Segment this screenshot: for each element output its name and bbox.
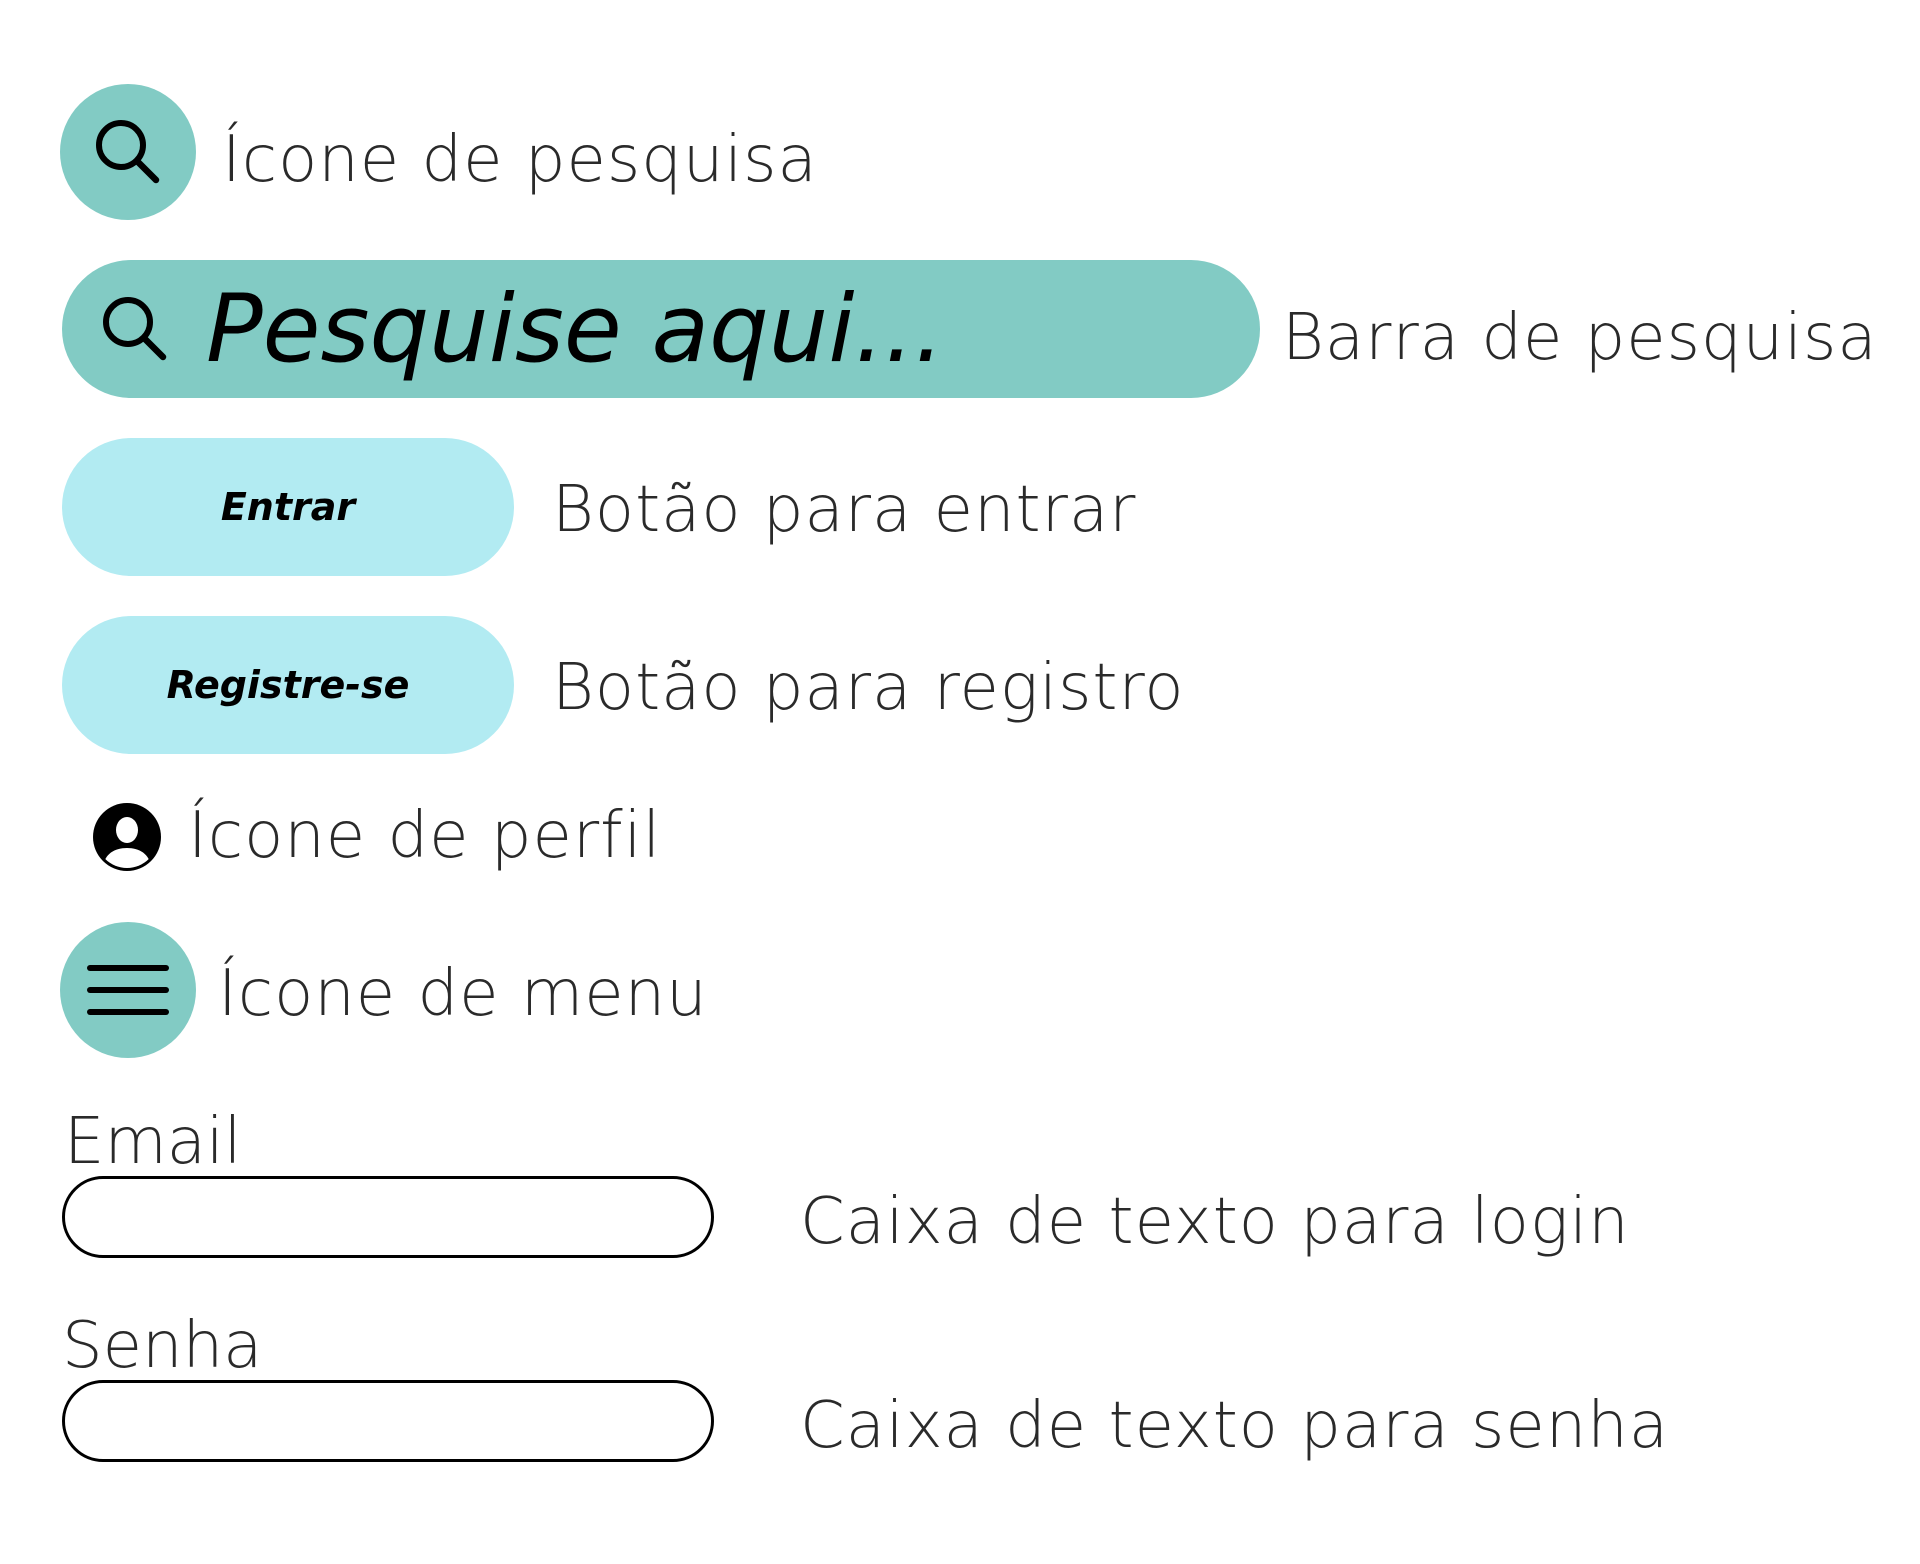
search-bar[interactable] xyxy=(62,260,1260,398)
search-input[interactable] xyxy=(206,274,1206,384)
register-button[interactable]: Registre-se xyxy=(62,616,514,754)
search-icon-caption: Ícone de pesquisa xyxy=(222,123,818,197)
profile-button[interactable] xyxy=(90,800,164,874)
search-icon-button[interactable] xyxy=(60,84,196,220)
password-field-caption: Caixa de texto para senha xyxy=(800,1389,1670,1463)
email-field-caption: Caixa de texto para login xyxy=(800,1185,1630,1259)
search-icon xyxy=(90,284,180,374)
register-button-caption: Botão para registro xyxy=(552,651,1185,725)
user-profile-icon xyxy=(90,800,164,878)
login-button-caption: Botão para entrar xyxy=(552,473,1137,547)
menu-button[interactable] xyxy=(60,922,196,1058)
email-field[interactable] xyxy=(62,1176,714,1258)
password-label: Senha xyxy=(62,1309,263,1383)
hamburger-menu-icon xyxy=(86,960,170,1020)
menu-icon-caption: Ícone de menu xyxy=(218,957,708,1031)
login-button[interactable]: Entrar xyxy=(62,438,514,576)
email-label: Email xyxy=(64,1105,242,1179)
search-bar-caption: Barra de pesquisa xyxy=(1282,301,1878,375)
profile-icon-caption: Ícone de perfil xyxy=(188,799,662,873)
search-icon xyxy=(88,112,168,192)
password-field[interactable] xyxy=(62,1380,714,1462)
